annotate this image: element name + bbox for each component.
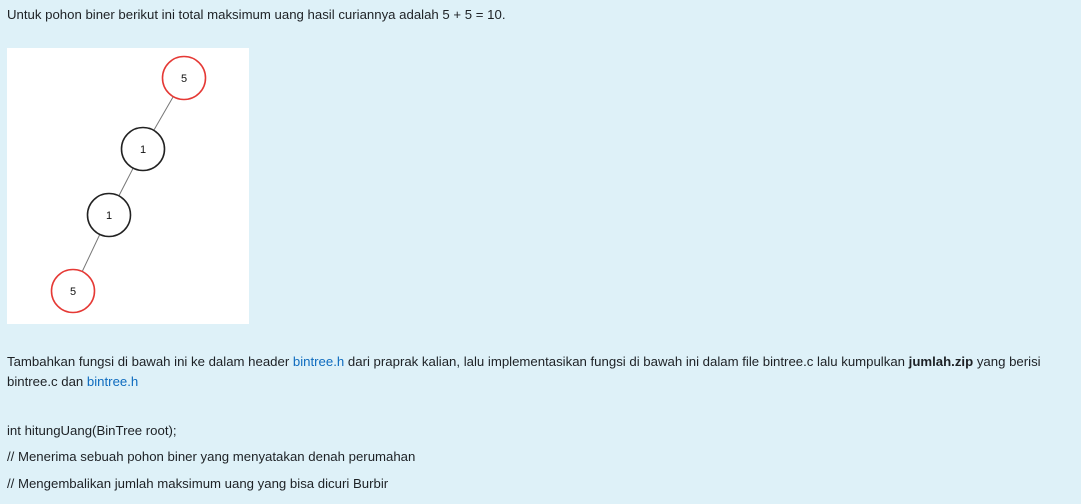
node-value: 1 (106, 210, 112, 222)
tree-node-leaf: 5 (50, 268, 96, 314)
node-value: 5 (70, 286, 76, 298)
node-value: 1 (140, 144, 146, 156)
function-signature: int hitungUang(BinTree root); (7, 423, 177, 438)
instruction-text: dari praprak kalian, lalu implementasika… (344, 354, 909, 369)
bintree-h-link[interactable]: bintree.h (293, 354, 344, 369)
code-comment: // Mengembalikan jumlah maksimum uang ya… (7, 476, 389, 491)
tree-node-root: 5 (161, 55, 207, 101)
node-value: 5 (181, 73, 187, 85)
binary-tree-diagram: 5 1 1 5 (50, 55, 207, 314)
instruction-text: Tambahkan fungsi di bawah ini ke dalam h… (7, 354, 293, 369)
code-comment: // Menerima sebuah pohon biner yang meny… (7, 449, 416, 464)
instruction-paragraph: Tambahkan fungsi di bawah ini ke dalam h… (7, 352, 1073, 392)
zip-filename: jumlah.zip (908, 354, 974, 369)
tree-node-level-2: 1 (86, 192, 132, 238)
binary-tree-figure: 5 1 1 5 (7, 48, 249, 324)
bintree-h-link-2[interactable]: bintree.h (87, 374, 138, 389)
intro-text: Untuk pohon biner berikut ini total maks… (7, 7, 506, 22)
tree-node-level-1: 1 (120, 126, 166, 172)
